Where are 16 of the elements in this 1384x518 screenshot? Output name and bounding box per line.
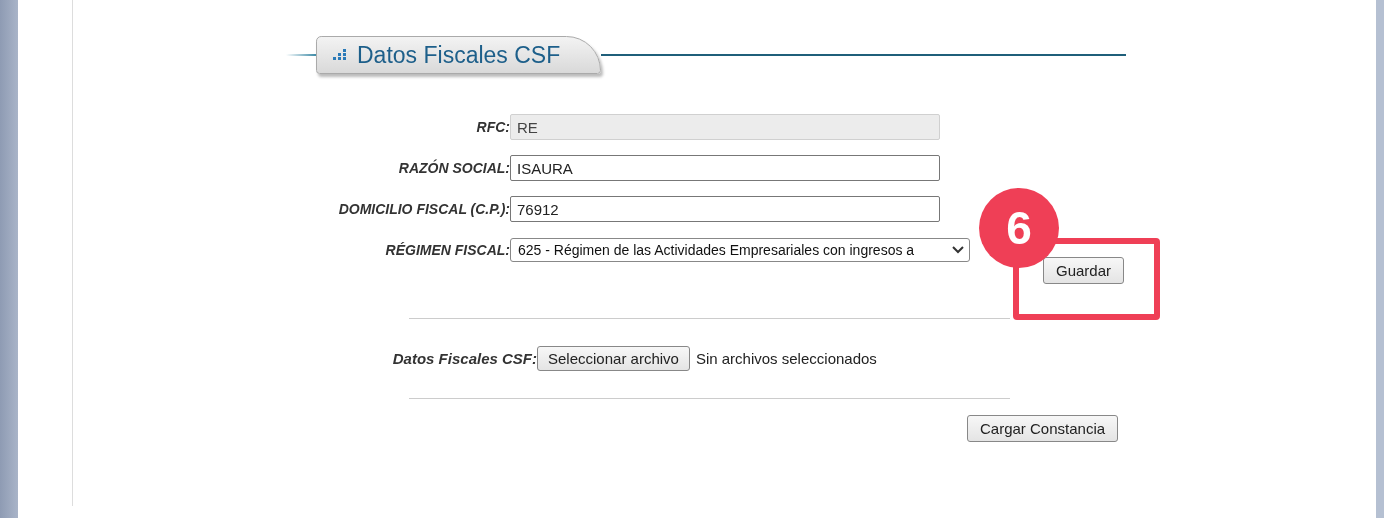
chevron-down-icon (952, 246, 964, 254)
field-label: RAZÓN SOCIAL: (397, 160, 510, 176)
field-label: RFC: (475, 119, 510, 135)
bar-chart-icon (333, 49, 347, 61)
save-button[interactable]: Guardar (1043, 257, 1125, 284)
field-label: RÉGIMEN FISCAL: (384, 242, 510, 258)
choose-file-button[interactable]: Seleccionar archivo (537, 345, 690, 371)
section-title: Datos Fiscales CSF (357, 41, 561, 69)
step-badge: 6 (979, 188, 1059, 268)
text-field[interactable]: ISAURA (510, 155, 940, 181)
file-status: Sin archivos seleccionados (695, 349, 877, 367)
file-label: Datos Fiscales CSF: (391, 349, 537, 367)
regime-dropdown[interactable]: 625 - Régimen de las Actividades Empresariales con ingresos a (510, 238, 970, 262)
text-field[interactable]: 76912 (510, 196, 940, 222)
field-label: DOMICILIO FISCAL (C.P.): (337, 201, 510, 217)
upload-button[interactable]: Cargar Constancia (967, 415, 1119, 442)
